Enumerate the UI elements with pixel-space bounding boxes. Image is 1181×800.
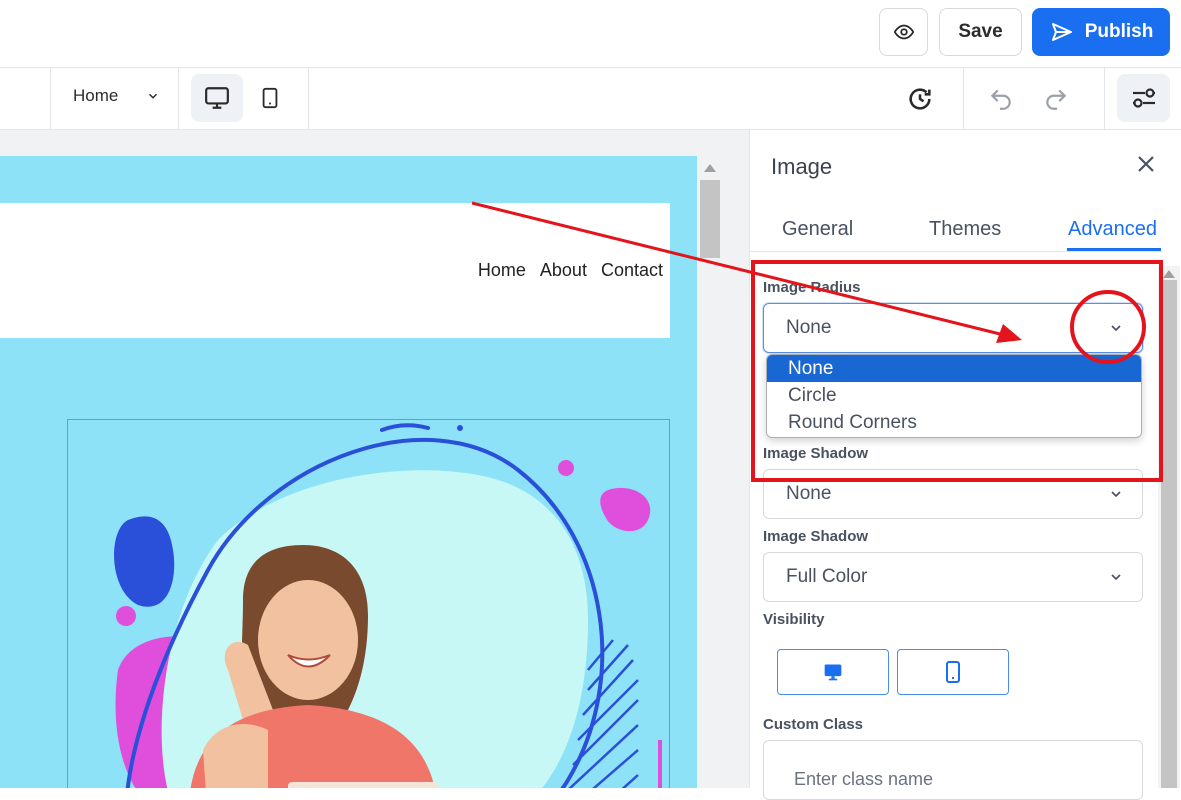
image-shadow-color-value: Full Color <box>786 566 868 587</box>
option-circle[interactable]: Circle <box>767 382 1141 409</box>
site-nav-about[interactable]: About <box>540 260 587 281</box>
monitor-icon <box>205 87 229 109</box>
tab-advanced[interactable]: Advanced <box>1068 218 1157 241</box>
send-icon <box>1051 23 1072 41</box>
image-shadow-color-label: Image Shadow <box>763 528 869 545</box>
tab-general[interactable]: General <box>782 218 853 241</box>
editor-toolbar: Home <box>0 68 1181 130</box>
image-radius-dropdown: None Circle Round Corners <box>766 354 1142 438</box>
divider <box>1104 68 1105 130</box>
divider <box>308 68 309 130</box>
chevron-down-icon <box>149 93 158 99</box>
divider <box>50 68 51 130</box>
image-shadow-select[interactable]: None <box>763 469 1143 519</box>
preview-button[interactable] <box>879 8 928 56</box>
scroll-up-icon <box>704 164 716 172</box>
top-bar: Save Publish <box>0 0 1181 68</box>
option-none[interactable]: None <box>767 355 1141 382</box>
undo-icon <box>990 89 1011 110</box>
hero-illustration <box>114 423 662 788</box>
close-panel-button[interactable] <box>1134 152 1158 176</box>
desktop-view-button[interactable] <box>191 74 243 122</box>
history-button[interactable] <box>903 82 937 116</box>
page-select-value: Home <box>73 86 119 105</box>
page-select[interactable]: Home <box>73 86 160 106</box>
publish-label: Publish <box>1084 21 1154 42</box>
chevron-down-icon <box>1111 491 1121 498</box>
hero-image[interactable] <box>67 419 670 788</box>
redo-icon <box>1046 89 1067 110</box>
close-icon <box>1138 156 1154 172</box>
scroll-up-icon <box>1163 270 1175 278</box>
editor-canvas: Home About Contact <box>0 130 749 788</box>
custom-class-label: Custom Class <box>763 716 864 733</box>
canvas-scroll-thumb[interactable] <box>700 180 720 258</box>
phone-icon <box>262 87 278 109</box>
image-radius-label: Image Radius <box>763 279 861 296</box>
image-radius-value: None <box>786 317 832 338</box>
visibility-label: Visibility <box>763 611 825 628</box>
panel-title: Image <box>771 154 833 179</box>
image-radius-select[interactable]: None <box>763 303 1143 353</box>
settings-toggle-button[interactable] <box>1117 74 1170 122</box>
divider <box>963 68 964 130</box>
monitor-icon <box>824 664 842 681</box>
site-nav-contact[interactable]: Contact <box>601 260 663 281</box>
history-icon <box>909 88 931 110</box>
divider <box>178 68 179 130</box>
tab-themes[interactable]: Themes <box>929 218 1001 241</box>
eye-icon <box>893 24 914 40</box>
redo-button[interactable] <box>1039 82 1073 116</box>
visibility-desktop-button[interactable] <box>777 649 889 695</box>
option-round-corners[interactable]: Round Corners <box>767 409 1141 436</box>
custom-class-input[interactable]: Enter class name <box>763 740 1143 800</box>
undo-button[interactable] <box>984 82 1018 116</box>
sliders-icon <box>1132 88 1155 108</box>
mobile-view-button[interactable] <box>244 74 296 122</box>
site-preview: Home About Contact <box>0 156 697 788</box>
site-header[interactable]: Home About Contact <box>0 203 670 338</box>
active-tab-indicator <box>1067 248 1161 251</box>
chevron-down-icon <box>1111 325 1121 332</box>
panel-tabs: General Themes Advanced <box>750 212 1162 252</box>
publish-button[interactable]: Publish <box>1032 8 1170 56</box>
save-button[interactable]: Save <box>939 8 1022 56</box>
phone-icon <box>946 661 960 683</box>
chevron-down-icon <box>1111 574 1121 581</box>
image-shadow-color-select[interactable]: Full Color <box>763 552 1143 602</box>
image-shadow-label: Image Shadow <box>763 445 869 462</box>
site-nav-home[interactable]: Home <box>478 260 526 281</box>
site-nav: Home About Contact <box>478 260 663 281</box>
panel-scroll-thumb[interactable] <box>1161 280 1177 788</box>
image-settings-panel: Image General Themes Advanced Image Radi… <box>749 130 1181 800</box>
visibility-mobile-button[interactable] <box>897 649 1009 695</box>
image-shadow-value: None <box>786 483 832 504</box>
